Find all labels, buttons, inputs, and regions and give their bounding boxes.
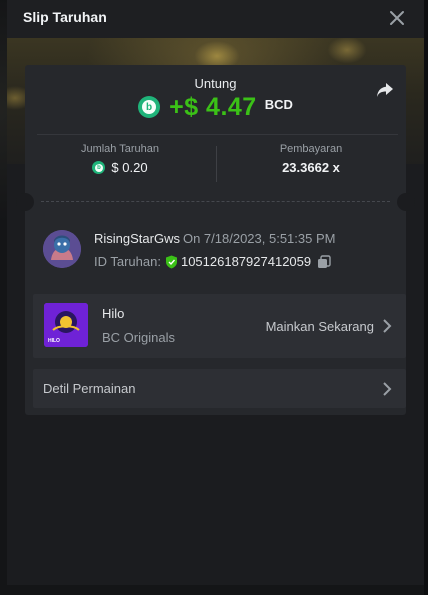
game-thumbnail: HILO: [44, 303, 88, 347]
payout-value: 23.3662 x: [282, 160, 340, 175]
ticket-notch-right: [397, 193, 415, 211]
bet-date: On 7/18/2023, 5:51:35 PM: [182, 231, 336, 246]
bet-id-value: 105126187927412059: [180, 254, 312, 269]
bet-id-label: ID Taruhan:: [94, 254, 161, 269]
scroll-edge: [424, 0, 428, 595]
bet-amount-stat: Jumlah Taruhan b $ 0.20: [25, 143, 215, 175]
game-row[interactable]: HILO Hilo BC Originals Mainkan Sekarang: [33, 294, 406, 358]
share-icon[interactable]: [376, 81, 394, 99]
game-name: Hilo: [102, 306, 125, 321]
game-details-label: Detil Permainan: [43, 381, 136, 396]
play-now-link[interactable]: Mainkan Sekarang: [266, 319, 374, 334]
game-provider: BC Originals: [102, 330, 175, 345]
avatar[interactable]: [43, 230, 81, 268]
player-name[interactable]: RisingStarGws: [94, 231, 180, 246]
currency-label: BCD: [264, 96, 293, 112]
verified-shield-icon: [165, 255, 177, 268]
payout-label: Pembayaran: [279, 143, 343, 155]
ticket-notch-left: [16, 193, 34, 211]
bcd-coin-icon: b: [92, 161, 106, 174]
bet-amount-label: Jumlah Taruhan: [80, 143, 160, 155]
close-icon[interactable]: [386, 7, 408, 29]
bet-slip-modal: Slip Taruhan Untung b +$ 4.47 BCD Jumlah…: [7, 0, 424, 585]
profit-amount: +$ 4.47: [169, 92, 257, 121]
bet-slip-card: Untung b +$ 4.47 BCD Jumlah Taruhan b $ …: [16, 65, 415, 415]
chevron-right-icon: [383, 319, 392, 333]
modal-title: Slip Taruhan: [23, 9, 107, 25]
bet-amount-value-row: b $ 0.20: [25, 160, 215, 175]
payout-stat: Pembayaran 23.3662 x: [216, 143, 406, 175]
profit-row: b +$ 4.47 BCD: [25, 92, 406, 122]
bet-amount-value: $ 0.20: [111, 160, 148, 175]
player-info: RisingStarGws On 7/18/2023, 5:51:35 PM ID…: [25, 225, 406, 275]
divider: [37, 134, 398, 135]
copy-icon[interactable]: [317, 254, 331, 269]
modal-header: Slip Taruhan: [7, 0, 424, 38]
profit-label: Untung: [194, 76, 237, 91]
bcd-coin-icon: b: [138, 96, 161, 118]
bet-id-line: ID Taruhan: 105126187927412059: [94, 254, 331, 269]
player-line: RisingStarGws On 7/18/2023, 5:51:35 PM: [94, 231, 335, 246]
ticket-perforation: [41, 201, 390, 202]
game-thumb-label: HILO: [48, 338, 60, 344]
chevron-right-icon: [383, 382, 392, 396]
game-details-row[interactable]: Detil Permainan: [33, 369, 406, 408]
